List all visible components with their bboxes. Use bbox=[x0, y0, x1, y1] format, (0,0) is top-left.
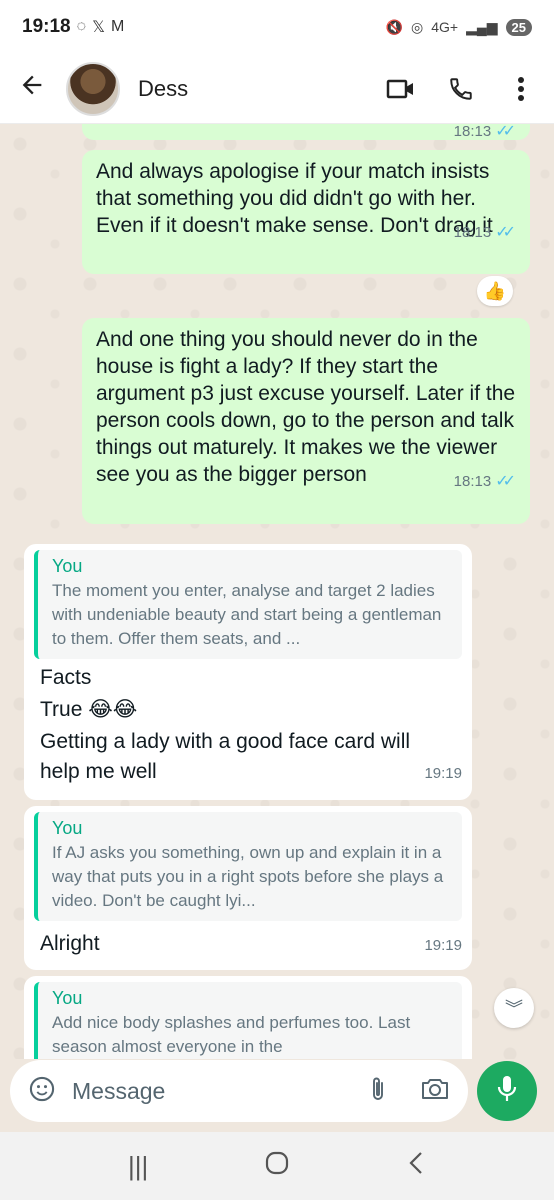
mute-icon: 🔇 bbox=[385, 18, 403, 35]
contact-name[interactable]: Dess bbox=[138, 76, 188, 102]
phone-icon[interactable] bbox=[446, 74, 476, 104]
x-notification-icon: 𝕏 bbox=[92, 19, 106, 36]
message-text: And one thing you should never do in the… bbox=[96, 328, 516, 486]
message-out-partial[interactable]: 18:13 ✓✓ bbox=[82, 124, 530, 140]
message-input[interactable] bbox=[72, 1077, 322, 1105]
chat-area[interactable]: 18:13 ✓✓ And always apologise if your ma… bbox=[0, 124, 554, 1059]
quote-text: If AJ asks you something, own up and exp… bbox=[52, 843, 444, 910]
camera-icon[interactable] bbox=[420, 1076, 450, 1107]
message-out[interactable]: And always apologise if your match insis… bbox=[82, 150, 530, 274]
message-in[interactable]: You If AJ asks you something, own up and… bbox=[24, 806, 472, 970]
quote-author: You bbox=[52, 556, 83, 576]
mic-button[interactable] bbox=[477, 1061, 537, 1121]
message-composer bbox=[10, 1060, 468, 1122]
reaction-badge[interactable]: 👍 bbox=[477, 276, 513, 306]
whatsapp-notification-icon: ◌ bbox=[76, 18, 87, 35]
double-chevron-down-icon: ︾ bbox=[505, 999, 523, 1019]
message-time: 19:19 bbox=[424, 765, 462, 782]
paperclip-icon[interactable] bbox=[366, 1075, 390, 1108]
battery-level: 25 bbox=[505, 18, 532, 36]
chat-header: Dess bbox=[0, 54, 554, 124]
recent-apps-icon[interactable]: ||| bbox=[128, 1151, 148, 1182]
message-text-line: Facts bbox=[40, 666, 92, 689]
hotspot-icon: ◎ bbox=[411, 18, 424, 35]
quoted-message[interactable]: You The moment you enter, analyse and ta… bbox=[34, 550, 462, 659]
message-time: 18:13 bbox=[453, 124, 492, 140]
read-ticks-icon: ✓✓ bbox=[495, 473, 516, 490]
status-time: 19:18 bbox=[22, 16, 71, 37]
signal-icon: ▂▄▆ bbox=[466, 18, 498, 35]
message-text-line: True 😂😂 bbox=[40, 698, 138, 721]
message-out[interactable]: And one thing you should never do in the… bbox=[82, 318, 530, 524]
message-in[interactable]: You The moment you enter, analyse and ta… bbox=[24, 544, 472, 800]
more-vert-icon[interactable] bbox=[506, 74, 536, 104]
status-bar: 19:18 ◌ 𝕏 M 🔇 ◎ 4G+ ▂▄▆ 25 bbox=[0, 0, 554, 54]
arrow-left-icon[interactable] bbox=[18, 71, 58, 107]
thumbs-up-reaction: 👍 bbox=[483, 280, 507, 301]
home-icon[interactable] bbox=[264, 1150, 290, 1183]
message-in[interactable]: You Add nice body splashes and perfumes … bbox=[24, 976, 472, 1059]
quote-author: You bbox=[52, 988, 83, 1008]
quoted-message[interactable]: You Add nice body splashes and perfumes … bbox=[34, 982, 462, 1059]
message-time: 18:13 bbox=[453, 224, 492, 241]
message-time: 19:19 bbox=[424, 937, 462, 954]
gmail-notification-icon: M bbox=[111, 18, 125, 35]
system-navigation-bar: ||| bbox=[0, 1132, 554, 1200]
quote-author: You bbox=[52, 818, 83, 838]
network-type: 4G+ bbox=[431, 19, 459, 35]
scroll-to-bottom-button[interactable]: ︾ bbox=[494, 988, 534, 1028]
read-ticks-icon: ✓✓ bbox=[495, 124, 516, 140]
avatar[interactable] bbox=[66, 61, 120, 116]
video-call-icon[interactable] bbox=[386, 74, 416, 104]
read-ticks-icon: ✓✓ bbox=[495, 224, 516, 241]
quote-text: Add nice body splashes and perfumes too.… bbox=[52, 1013, 411, 1056]
quoted-message[interactable]: You If AJ asks you something, own up and… bbox=[34, 812, 462, 921]
quote-text: The moment you enter, analyse and target… bbox=[52, 581, 442, 648]
back-nav-icon[interactable] bbox=[406, 1150, 426, 1183]
sticker-icon[interactable] bbox=[28, 1075, 56, 1108]
mic-icon bbox=[495, 1074, 519, 1109]
message-time: 18:13 bbox=[453, 473, 492, 490]
